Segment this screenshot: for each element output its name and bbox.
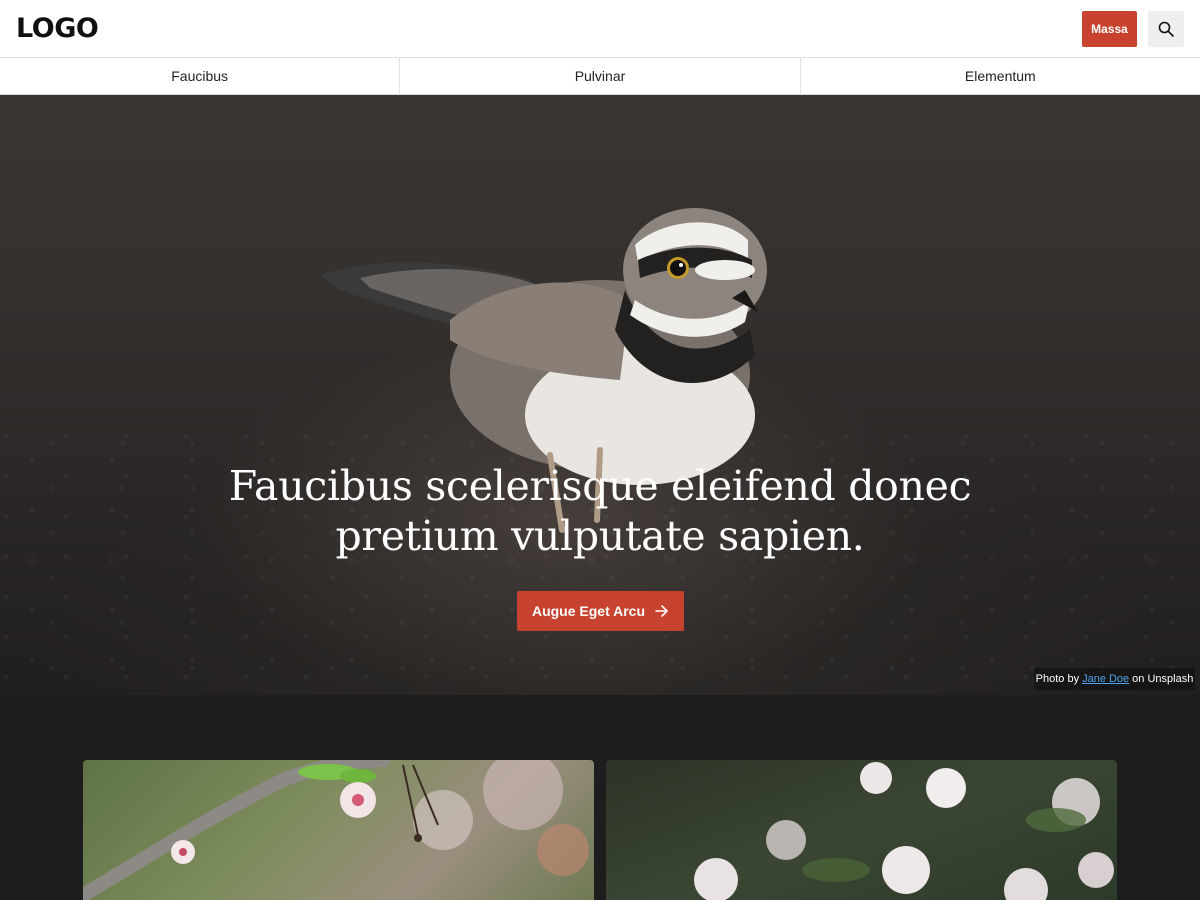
site-header: LOGO Massa bbox=[0, 0, 1200, 58]
credit-author-link[interactable]: Jane Doe bbox=[1082, 673, 1129, 685]
augue-eget-arcu-button[interactable]: Augue Eget Arcu bbox=[517, 591, 684, 631]
cherry-branch-image bbox=[83, 760, 589, 900]
arrow-right-icon bbox=[655, 605, 668, 617]
main-nav: Faucibus Pulvinar Elementum bbox=[0, 58, 1200, 95]
search-icon bbox=[1158, 21, 1174, 37]
hero-section: Faucibus scelerisque eleifend donec pret… bbox=[0, 95, 1200, 695]
nav-item-faucibus[interactable]: Faucibus bbox=[0, 58, 401, 94]
credit-suffix: on Unsplash bbox=[1132, 673, 1194, 685]
hero-title: Faucibus scelerisque eleifend donec pret… bbox=[228, 462, 972, 560]
card-image-cherry-cluster[interactable] bbox=[606, 760, 1117, 900]
massa-button[interactable]: Massa bbox=[1082, 11, 1137, 47]
cherry-cluster-image bbox=[694, 762, 1114, 900]
photo-credit: Photo by Jane Doe on Unsplash bbox=[1034, 668, 1195, 690]
credit-prefix: Photo by bbox=[1035, 673, 1080, 685]
site-logo[interactable]: LOGO bbox=[16, 14, 99, 44]
search-button[interactable] bbox=[1148, 11, 1184, 47]
hero-button-label: Augue Eget Arcu bbox=[531, 603, 646, 619]
card-image-cherry-branch[interactable] bbox=[83, 760, 594, 900]
nav-item-pulvinar[interactable]: Pulvinar bbox=[400, 58, 801, 94]
nav-item-elementum[interactable]: Elementum bbox=[801, 58, 1200, 94]
